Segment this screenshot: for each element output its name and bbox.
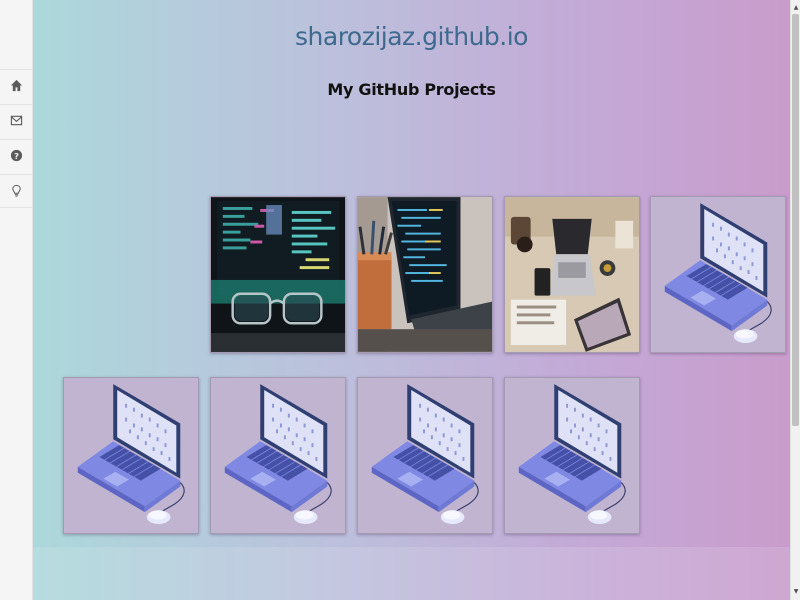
- scrollbar-thumb[interactable]: [792, 14, 799, 426]
- project-card-3[interactable]: [504, 196, 640, 353]
- vertical-scrollbar[interactable]: ▲ ▼: [790, 0, 800, 600]
- project-card-5[interactable]: [63, 377, 199, 534]
- footer: [33, 547, 790, 600]
- project-card-2[interactable]: [357, 196, 493, 353]
- envelope-icon: [10, 112, 23, 131]
- scroll-up-icon[interactable]: ▲: [792, 2, 800, 12]
- laptop-illustration: [64, 378, 198, 533]
- scroll-down-icon[interactable]: ▼: [792, 586, 800, 596]
- sidebar-item-contact[interactable]: [0, 104, 33, 138]
- sidebar-item-help[interactable]: ?: [0, 139, 33, 173]
- project-card-1[interactable]: [210, 196, 346, 353]
- question-circle-icon: ?: [10, 147, 23, 166]
- svg-text:?: ?: [14, 151, 19, 161]
- home-icon: [10, 77, 23, 96]
- main-content: sharozijaz.github.io My GitHub Projects: [33, 0, 790, 600]
- laptop-code-pencil-cup-photo: [358, 197, 492, 352]
- site-title[interactable]: sharozijaz.github.io: [33, 22, 790, 51]
- glasses-code-monitor-photo: [211, 197, 345, 352]
- project-card-7[interactable]: [357, 377, 493, 534]
- sidebar: ?: [0, 0, 33, 600]
- sidebar-item-ideas[interactable]: [0, 174, 33, 208]
- page-title: My GitHub Projects: [327, 80, 496, 99]
- laptop-illustration: [211, 378, 345, 533]
- laptop-illustration: [358, 378, 492, 533]
- desk-top-view-laptop-photo: [505, 197, 639, 352]
- laptop-illustration: [505, 378, 639, 533]
- sidebar-item-home[interactable]: [0, 69, 33, 103]
- project-card-8[interactable]: [504, 377, 640, 534]
- project-card-6[interactable]: [210, 377, 346, 534]
- lightbulb-icon: [10, 182, 23, 201]
- project-card-4[interactable]: [650, 196, 786, 353]
- laptop-illustration: [651, 197, 785, 352]
